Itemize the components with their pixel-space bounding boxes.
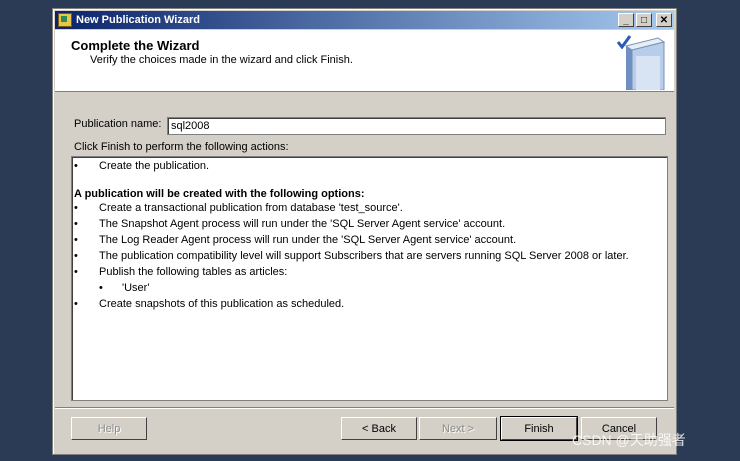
bullet: • [74,250,78,262]
bullet: • [74,160,78,172]
options-heading: A publication will be created with the f… [74,188,365,200]
bullet: • [99,282,103,294]
wizard-book-check-icon [616,35,666,90]
actions-list[interactable]: • Create the publication. A publication … [71,156,668,401]
bullet: • [74,266,78,278]
maximize-button[interactable]: □ [636,13,652,27]
page-title: Complete the Wizard [71,38,200,53]
publication-name-input[interactable] [167,117,666,135]
wizard-window: New Publication Wizard _ □ ✕ Complete th… [52,8,677,455]
watermark: CSDN @天助强者 [572,432,686,448]
publication-name-label: Publication name: [74,118,162,130]
help-button[interactable]: Help [71,417,147,440]
bullet: • [74,234,78,246]
actions-label: Click Finish to perform the following ac… [74,141,289,153]
page-subtitle: Verify the choices made in the wizard an… [90,54,353,66]
next-button[interactable]: Next > [419,417,497,440]
window-title: New Publication Wizard [76,14,200,26]
bullet: • [74,298,78,310]
minimize-button[interactable]: _ [618,13,634,27]
back-button[interactable]: < Back [341,417,417,440]
wizard-header: Complete the Wizard Verify the choices m… [55,30,674,92]
bullet: • [74,202,78,214]
title-bar[interactable]: New Publication Wizard _ □ ✕ [55,11,674,29]
close-button[interactable]: ✕ [656,13,672,27]
finish-button[interactable]: Finish [500,416,578,441]
bullet: • [74,218,78,230]
footer-separator [55,407,674,409]
app-icon [58,13,72,27]
